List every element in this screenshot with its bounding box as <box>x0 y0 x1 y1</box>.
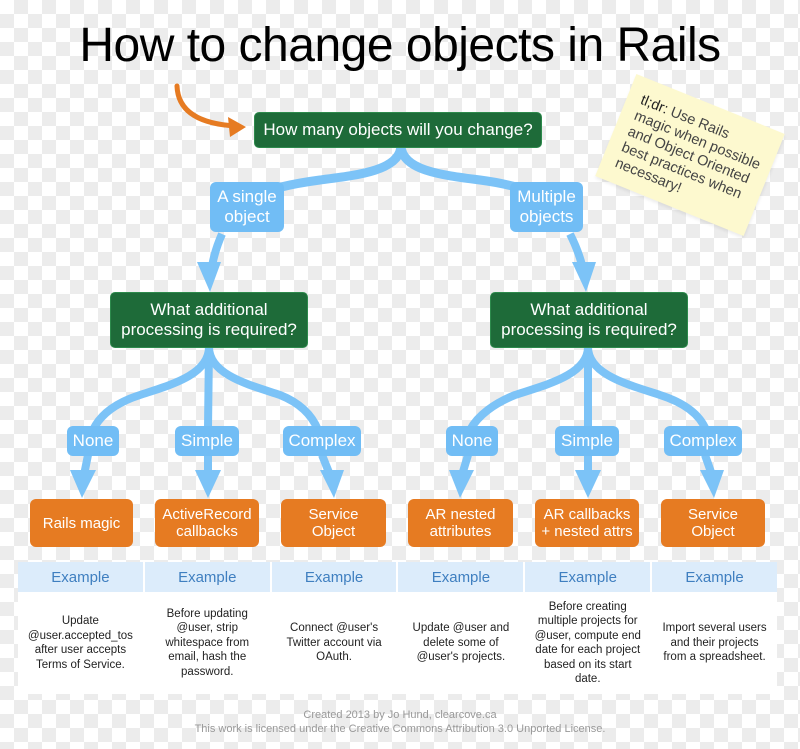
credits: Created 2013 by Jo Hund, clearcove.ca Th… <box>0 708 800 736</box>
start-question: How many objects will you change? <box>254 112 542 148</box>
option-label-multiple-none: None <box>446 426 498 456</box>
example-header: Example <box>18 562 143 592</box>
flow-left-complex <box>205 346 322 432</box>
flow-left-none <box>89 346 213 432</box>
outcome-activerecord-callbacks: ActiveRecord callbacks <box>155 499 259 547</box>
flow-arrowhead-1 <box>70 470 96 498</box>
branch-label-single: A single object <box>210 182 284 232</box>
question-multiple: What additional processing is required? <box>490 292 688 348</box>
outcome-rails-magic: Rails magic <box>30 499 133 547</box>
option-label-text: Simple <box>181 431 233 450</box>
option-label-text: Complex <box>669 431 737 450</box>
outcome-text: AR nested attributes <box>425 506 496 540</box>
example-text: Before updating @user, strip whitespace … <box>165 607 250 678</box>
credits-license: This work is licensed under the Creative… <box>194 723 606 735</box>
example-text: Connect @user's Twitter account via OAut… <box>286 622 382 664</box>
outcome-text: ActiveRecord callbacks <box>162 506 252 540</box>
option-label-text: None <box>72 431 114 450</box>
option-label-single-simple: Simple <box>175 426 239 456</box>
question-multiple-text: What additional processing is required? <box>501 300 677 339</box>
example-text: Before creating multiple projects for @u… <box>534 600 641 686</box>
example-header: Example <box>525 562 651 592</box>
examples-table: Example Update @user.accepted_tos after … <box>18 562 777 694</box>
outcome-ar-nested-attributes: AR nested attributes <box>408 499 513 547</box>
branch-label-multiple: Multiple objects <box>510 182 583 232</box>
option-label-multiple-simple: Simple <box>555 426 619 456</box>
start-arrow <box>174 83 239 129</box>
outcome-ar-callbacks-nested: AR callbacks + nested attrs <box>535 499 639 547</box>
option-label-single-none: None <box>67 426 119 456</box>
example-column: Example Update @user.accepted_tos after … <box>18 562 145 694</box>
flow-arrowhead-4 <box>449 470 474 498</box>
example-column: Example Import several users and their p… <box>652 562 777 694</box>
branch-label-multiple-text: Multiple objects <box>517 187 576 226</box>
option-label-text: None <box>451 431 493 450</box>
option-label-text: Simple <box>561 431 613 450</box>
outcome-text: Service Object <box>308 506 359 540</box>
question-single-text: What additional processing is required? <box>121 300 297 339</box>
question-single: What additional processing is required? <box>110 292 308 348</box>
option-label-single-complex: Complex <box>283 426 361 456</box>
start-question-text: How many objects will you change? <box>263 120 533 139</box>
tldr-text: Use Rails magic when possible and Object… <box>612 104 763 203</box>
outcome-text: AR callbacks + nested attrs <box>541 506 633 540</box>
example-column: Example Connect @user's Twitter account … <box>271 562 399 694</box>
outcome-text: Rails magic <box>42 514 121 532</box>
example-text: Update @user and delete some of @user's … <box>412 622 510 664</box>
flow-arrowhead-2 <box>195 470 221 498</box>
flow-multi-arrowhead <box>572 262 596 292</box>
flow-arrowhead-3 <box>320 470 344 498</box>
flow-arrowhead-5 <box>575 470 601 498</box>
example-text: Import several users and their projects … <box>662 622 767 664</box>
start-arrow-head <box>228 117 246 137</box>
credits-author: Created 2013 by Jo Hund, clearcove.ca <box>303 709 497 721</box>
branch-label-single-text: A single object <box>217 187 277 226</box>
flow-right-complex <box>584 346 710 432</box>
example-header: Example <box>652 562 777 592</box>
flow-right-none <box>466 346 592 433</box>
example-header: Example <box>398 562 524 592</box>
example-column: Example Update @user and delete some of … <box>398 562 526 694</box>
flow-single-arrowhead <box>197 262 221 292</box>
example-header: Example <box>271 562 397 592</box>
outcome-service-object-multiple: Service Object <box>661 499 765 547</box>
flow-arrowhead-6 <box>700 470 724 498</box>
option-label-text: Complex <box>288 431 356 450</box>
outcome-text: Service Object <box>687 506 739 540</box>
example-column: Example Before updating @user, strip whi… <box>144 562 272 694</box>
example-column: Example Before creating multiple project… <box>525 562 653 694</box>
outcome-service-object-single: Service Object <box>281 499 386 547</box>
example-header: Example <box>144 562 270 592</box>
example-text: Update @user.accepted_tos after user acc… <box>27 615 133 671</box>
option-label-multiple-complex: Complex <box>664 426 742 456</box>
